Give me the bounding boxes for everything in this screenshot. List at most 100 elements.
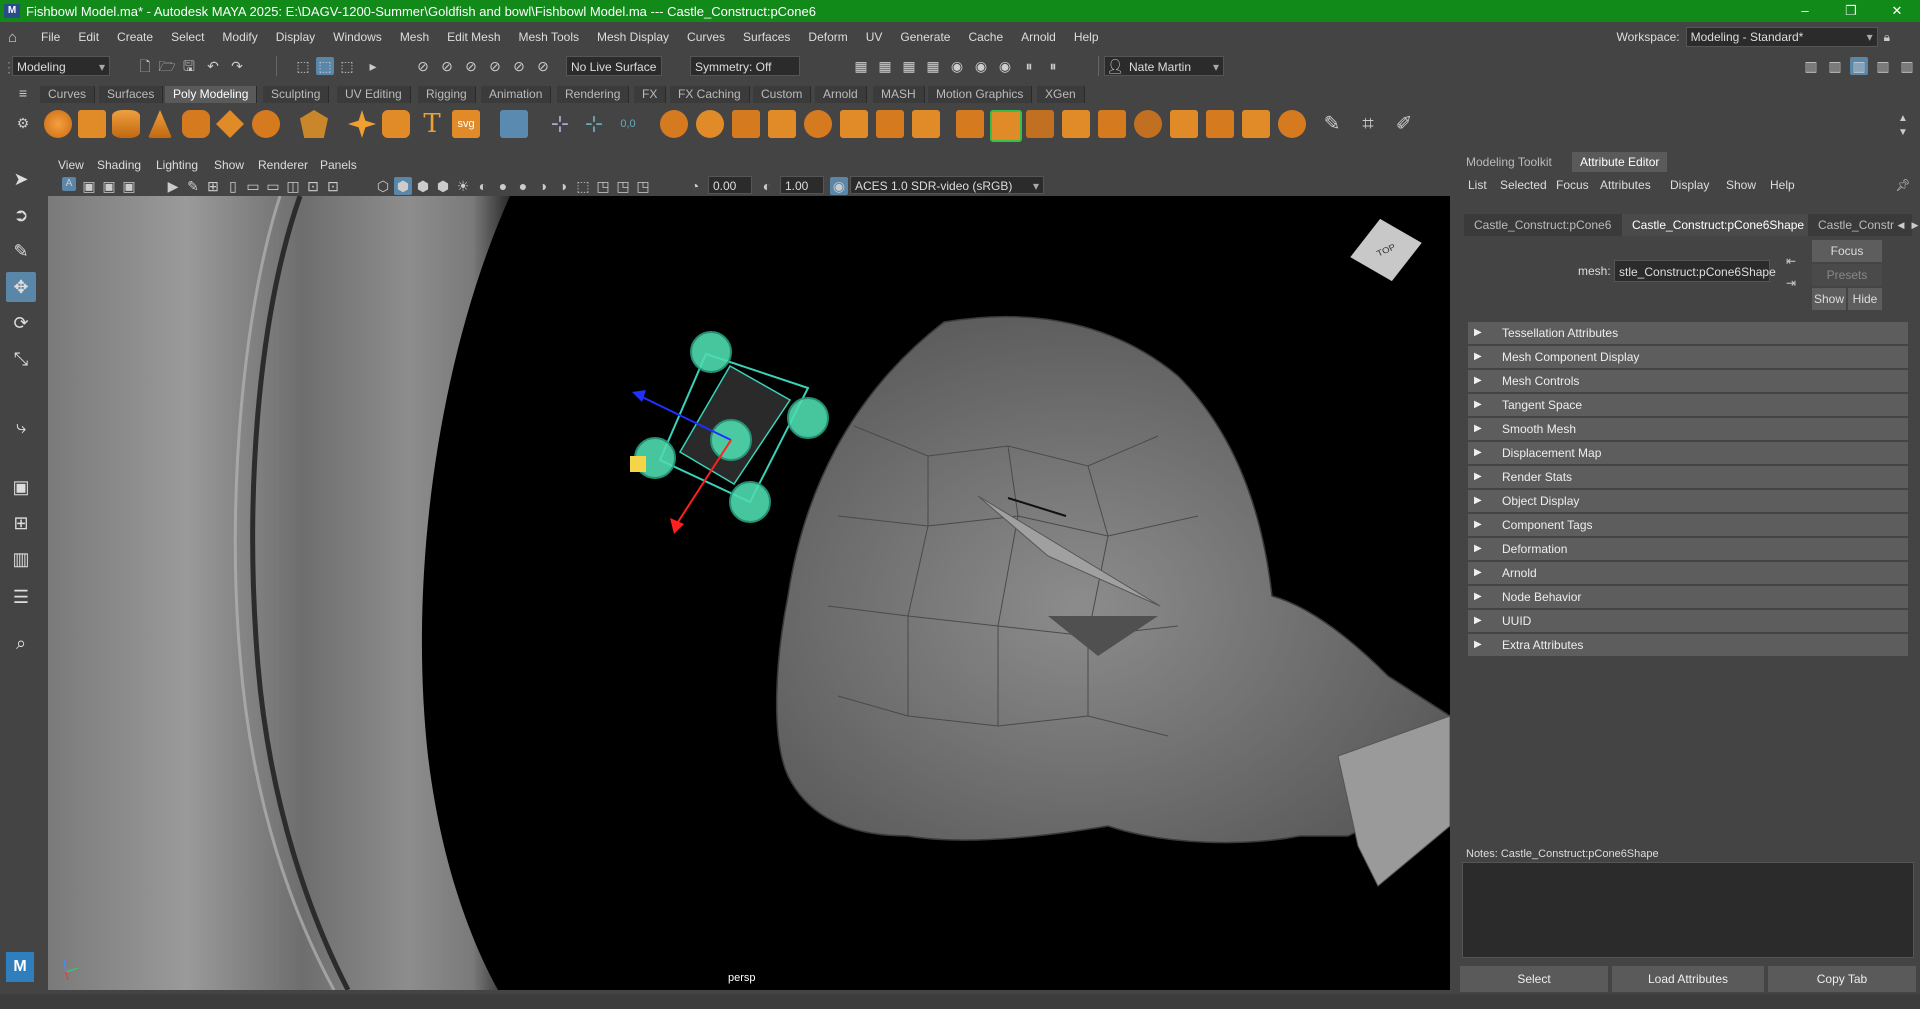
viewport-menu-shading[interactable]: Shading	[97, 158, 141, 172]
bookmarks-icon[interactable]: ▣	[100, 177, 118, 195]
bevel-icon[interactable]	[804, 110, 832, 138]
show-modeling-toolkit-icon[interactable]: ▥	[1826, 57, 1844, 75]
shelf-tab-curves[interactable]: Curves	[40, 86, 96, 103]
shelf-menu-icon[interactable]: ≡	[14, 84, 32, 102]
arnold-render-icon[interactable]: ◉	[972, 57, 990, 75]
poly-cube-icon[interactable]	[78, 110, 106, 138]
persp-outliner-layout-icon[interactable]: ▥	[6, 544, 36, 574]
section-mesh-controls[interactable]: ▶ Mesh Controls	[1468, 370, 1908, 394]
bridge-icon[interactable]	[768, 110, 796, 138]
menu-cache[interactable]: Cache	[959, 30, 1012, 44]
wireframe-icon[interactable]: ⬡	[374, 177, 392, 195]
tab-attribute-editor[interactable]: Attribute Editor	[1572, 152, 1668, 172]
viewport-menu-show[interactable]: Show	[214, 158, 244, 172]
super-shape-icon[interactable]	[348, 110, 376, 138]
multisample-aa-icon[interactable]: ◑	[534, 177, 552, 195]
presets-button[interactable]: Presets	[1812, 264, 1882, 286]
exposure-icon[interactable]: ◔	[686, 177, 704, 195]
merge-icon[interactable]	[1098, 110, 1126, 138]
snap-to-view-planes-icon[interactable]: ⊘	[510, 57, 528, 75]
load-attributes-button[interactable]: Load Attributes	[1612, 966, 1764, 992]
type-tool-icon[interactable]: T	[418, 110, 446, 138]
select-camera-icon[interactable]: A	[62, 177, 76, 191]
shelf-tab-poly-modeling[interactable]: Poly Modeling	[165, 86, 258, 103]
minimize-button[interactable]: –	[1782, 0, 1828, 22]
grid-icon[interactable]: ⊞	[204, 177, 222, 195]
wedge-icon[interactable]	[1170, 110, 1198, 138]
scale-tool-icon[interactable]: ⤡	[6, 344, 36, 374]
snap-to-projected-center-icon[interactable]: ⊘	[486, 57, 504, 75]
viewport-persp[interactable]: TOP persp	[48, 196, 1450, 990]
four-view-layout-icon[interactable]: ⊞	[6, 508, 36, 538]
custom-tool-icon[interactable]: ⤷	[6, 412, 36, 442]
symmetry-dropdown[interactable]: Symmetry: Off	[690, 56, 800, 76]
triangulate-icon[interactable]	[1278, 110, 1306, 138]
shelf-tab-xgen[interactable]: XGen	[1037, 86, 1085, 103]
viewport-menu-panels[interactable]: Panels	[320, 158, 357, 172]
quad-draw-icon[interactable]	[990, 110, 1022, 142]
pin-icon[interactable]: 📌︎	[1894, 176, 1912, 194]
render-view-icon[interactable]: ◉	[948, 57, 966, 75]
snap-menu-icon[interactable]: ▸	[364, 57, 382, 75]
viewport-menu-renderer[interactable]: Renderer	[258, 158, 308, 172]
select-by-hierarchy-icon[interactable]: ⬚	[294, 57, 312, 75]
show-button[interactable]: Show	[1812, 288, 1846, 310]
search-icon[interactable]: ⌕	[6, 628, 36, 658]
poly-cone-icon[interactable]	[148, 110, 172, 138]
exposure-field[interactable]: 0.00	[708, 176, 752, 194]
extrude-icon[interactable]	[732, 110, 760, 138]
view-transform-dropdown[interactable]: ACES 1.0 SDR-video (sRGB)	[850, 176, 1044, 195]
menu-uv[interactable]: UV	[857, 30, 892, 44]
notes-textarea[interactable]	[1462, 862, 1914, 958]
resolution-gate-icon[interactable]: ▭	[244, 177, 262, 195]
image-plane-icon[interactable]: ▣	[120, 177, 138, 195]
ipr-render-icon[interactable]: ▦	[876, 57, 894, 75]
section-smooth-mesh[interactable]: ▶ Smooth Mesh	[1468, 418, 1908, 442]
move-tool-icon[interactable]: ✥	[6, 272, 36, 302]
combine-icon[interactable]: ⊹	[546, 110, 574, 138]
menu-create[interactable]: Create	[108, 30, 162, 44]
live-surface-field[interactable]: No Live Surface	[566, 56, 662, 76]
smooth-shade-all-icon[interactable]: ⬢	[394, 177, 412, 195]
tab-modeling-toolkit[interactable]: Modeling Toolkit	[1458, 152, 1560, 172]
pause-icon[interactable]: ⏸	[1044, 57, 1062, 75]
wireframe-on-shaded-icon[interactable]: ⬢	[414, 177, 432, 195]
paint-select-tool-icon[interactable]: ✎	[6, 236, 36, 266]
smooth-icon[interactable]: 0,0	[614, 110, 642, 138]
lock-icon[interactable]: 🔒︎	[1884, 30, 1890, 45]
use-all-lights-icon[interactable]: ☀	[454, 177, 472, 195]
section-displacement-map[interactable]: ▶ Displacement Map	[1468, 442, 1908, 466]
mesh-name-field[interactable]: stle_Construct:pCone6Shape	[1614, 260, 1776, 282]
menu-arnold[interactable]: Arnold	[1012, 30, 1065, 44]
grease-pencil-icon[interactable]: ✎	[184, 177, 202, 195]
gamma-field[interactable]: 1.00	[780, 176, 824, 194]
snap-to-points-icon[interactable]: ⊘	[462, 57, 480, 75]
ambient-occlusion-icon[interactable]: ●	[494, 177, 512, 195]
depth-of-field-icon[interactable]: ◑	[554, 177, 572, 195]
focus-button[interactable]: Focus	[1812, 240, 1882, 262]
snap-to-curves-icon[interactable]: ⊘	[438, 57, 456, 75]
section-node-behavior[interactable]: ▶ Node Behavior	[1468, 586, 1908, 610]
section-component-tags[interactable]: ▶ Component Tags	[1468, 514, 1908, 538]
node-tab-pcone6-shape[interactable]: Castle_Construct:pCone6Shape	[1622, 214, 1826, 236]
make-live-icon[interactable]: ⊘	[534, 57, 552, 75]
viewport-menu-view[interactable]: View	[58, 158, 84, 172]
shelf-tab-fx-caching[interactable]: FX Caching	[670, 86, 750, 103]
section-uuid[interactable]: ▶ UUID	[1468, 610, 1908, 634]
section-object-display[interactable]: ▶ Object Display	[1468, 490, 1908, 514]
single-perspective-view-icon[interactable]: ▣	[6, 472, 36, 502]
separate-icon[interactable]: ⊹	[580, 110, 608, 138]
menu-windows[interactable]: Windows	[324, 30, 391, 44]
ae-menu-list[interactable]: List	[1468, 178, 1487, 192]
close-button[interactable]: ✕	[1874, 0, 1920, 22]
platonic-solid-icon[interactable]	[300, 110, 328, 138]
menu-mesh-display[interactable]: Mesh Display	[588, 30, 678, 44]
fill-hole-icon[interactable]	[876, 110, 904, 138]
hypershade-icon[interactable]: ▦	[924, 57, 942, 75]
append-to-polygon-icon[interactable]	[840, 110, 868, 138]
workspace-dropdown[interactable]: Modeling - Standard*	[1685, 27, 1878, 47]
shelf-tab-motion-graphics[interactable]: Motion Graphics	[928, 86, 1033, 103]
go-to-output-icon[interactable]: ⇥	[1782, 274, 1800, 292]
shadows-icon[interactable]: ◐	[474, 177, 492, 195]
2d-pan-zoom-icon[interactable]: ▶	[164, 177, 182, 195]
